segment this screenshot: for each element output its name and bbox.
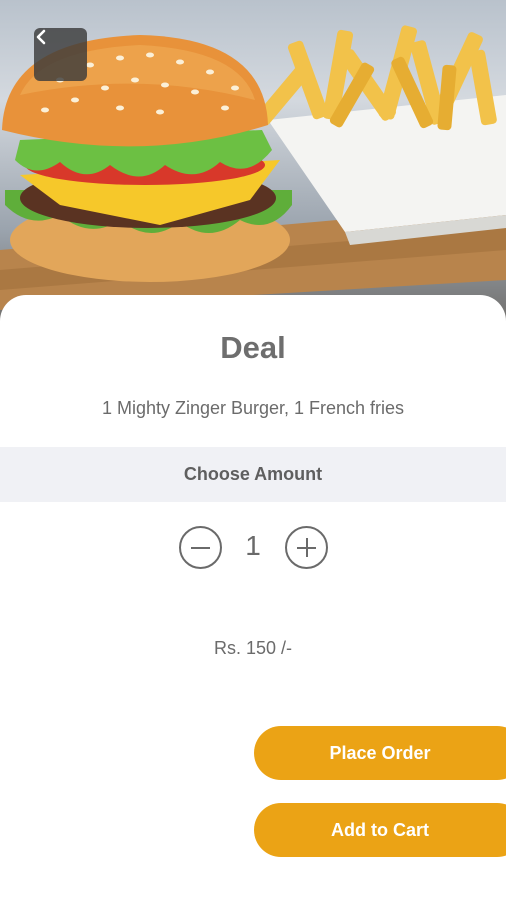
add-to-cart-label: Add to Cart — [331, 820, 429, 840]
deal-description: 1 Mighty Zinger Burger, 1 French fries — [101, 398, 405, 418]
quantity-stepper: 1 — [0, 526, 506, 570]
increase-quantity-button[interactable] — [285, 526, 328, 569]
choose-amount-section: Choose Amount — [0, 447, 506, 502]
back-button[interactable] — [34, 28, 87, 81]
minus-circle-icon — [191, 547, 210, 549]
price-text: Rs. 150 /- — [213, 638, 293, 658]
add-to-cart-button[interactable]: Add to Cart — [254, 803, 506, 857]
chevron-left-icon — [36, 29, 46, 45]
quantity-value: 1 — [245, 530, 261, 561]
place-order-label: Place Order — [329, 743, 431, 763]
place-order-button[interactable]: Place Order — [254, 726, 506, 780]
decrease-quantity-button[interactable] — [179, 526, 222, 569]
choose-amount-label: Choose Amount — [183, 464, 323, 484]
deal-title: Deal — [220, 330, 286, 365]
hero-food-image — [0, 0, 506, 330]
plus-vertical-bar — [305, 538, 308, 557]
